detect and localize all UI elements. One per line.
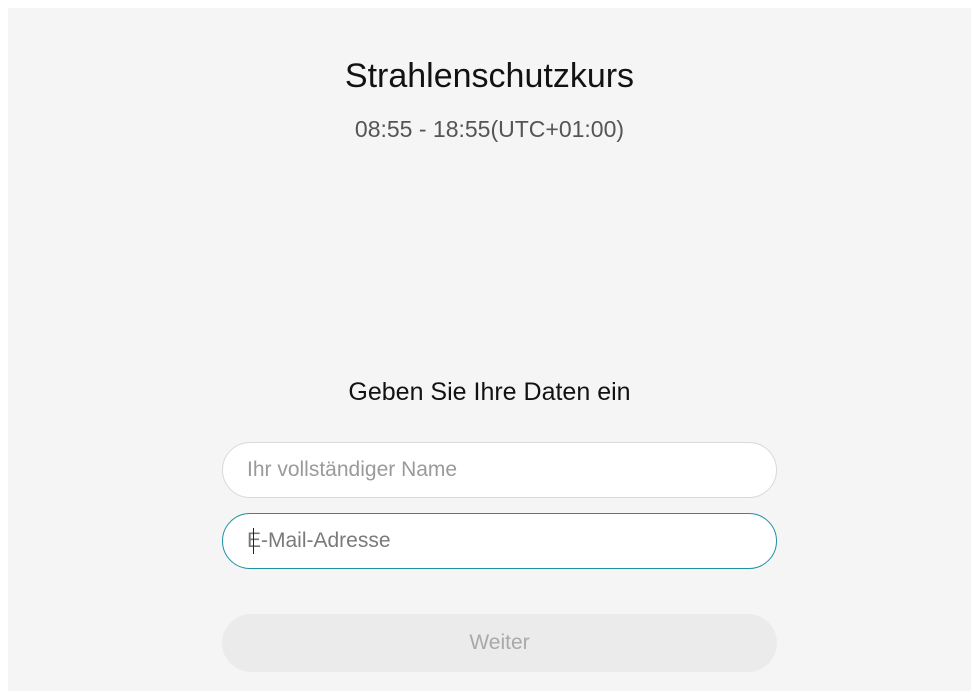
name-input[interactable] bbox=[222, 442, 777, 498]
text-cursor bbox=[253, 528, 254, 554]
next-button[interactable]: Weiter bbox=[222, 614, 777, 672]
email-input[interactable] bbox=[222, 513, 777, 569]
meeting-title: Strahlenschutzkurs bbox=[344, 57, 635, 95]
meeting-time: 08:55 - 18:55(UTC+01:00) bbox=[354, 116, 625, 142]
form-heading: Geben Sie Ihre Daten ein bbox=[348, 378, 631, 406]
join-panel: Strahlenschutzkurs 08:55 - 18:55(UTC+01:… bbox=[8, 8, 971, 691]
